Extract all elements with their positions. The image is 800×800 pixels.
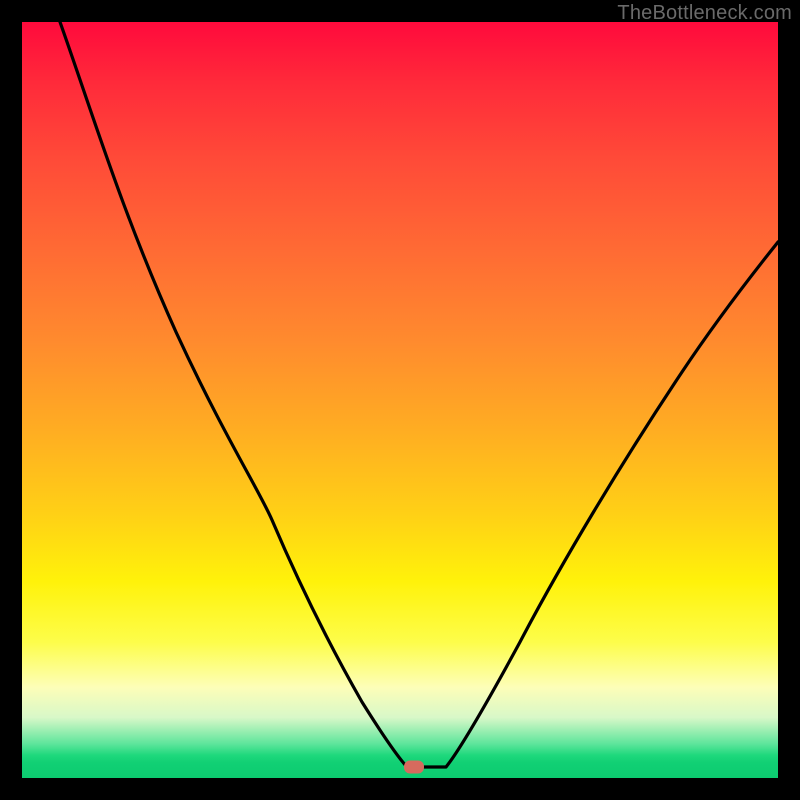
curve-path — [60, 22, 778, 767]
chart-stage: TheBottleneck.com — [0, 0, 800, 800]
bottleneck-curve — [22, 22, 778, 778]
bottleneck-marker — [404, 760, 424, 773]
plot-area — [22, 22, 778, 778]
watermark-text: TheBottleneck.com — [617, 2, 792, 25]
